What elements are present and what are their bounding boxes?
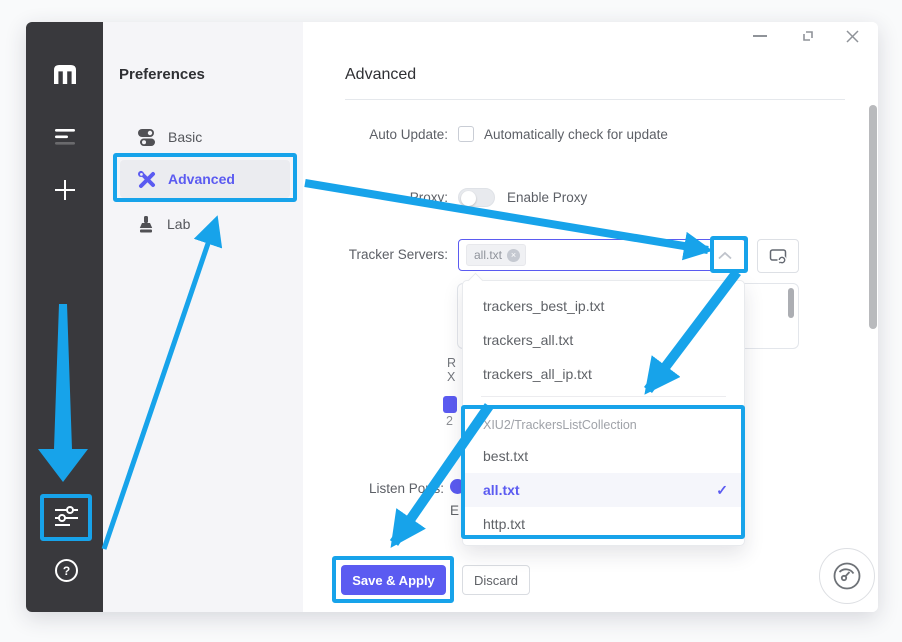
tracker-servers-label: Tracker Servers: [300, 247, 448, 262]
hidden-purple-control-fragment [443, 396, 457, 413]
tracker-tag-label: all.txt [474, 248, 502, 262]
auto-update-option-label: Automatically check for update [484, 127, 668, 142]
annotation-box-advanced [113, 153, 297, 202]
tracker-servers-select[interactable]: all.txt × [458, 239, 746, 271]
help-icon[interactable]: ? [54, 558, 79, 588]
sidebar-item-basic[interactable]: Basic [120, 118, 290, 156]
hint-text-fragment: E [450, 503, 459, 518]
textarea-scrollbar[interactable] [788, 288, 794, 318]
listen-ports-label: Listen Ports: [296, 481, 444, 496]
annotation-box-dropdown-group [461, 405, 745, 539]
nav-title: Preferences [119, 66, 205, 83]
hint-text-fragment: X [447, 370, 455, 384]
auto-update-label: Auto Update: [300, 127, 448, 142]
lab-icon [137, 215, 155, 234]
minimize-icon [753, 35, 767, 37]
annotation-box-save-button [332, 556, 454, 603]
close-icon [845, 29, 860, 44]
sync-trackers-button[interactable] [757, 239, 799, 273]
page-scrollbar[interactable] [869, 105, 877, 329]
toggles-icon [137, 128, 156, 147]
proxy-toggle[interactable] [458, 188, 495, 207]
dropdown-divider [481, 396, 726, 397]
close-button[interactable] [843, 27, 861, 45]
tag-remove-icon[interactable]: × [507, 249, 520, 262]
screenshot-root: ? Preferences Basic Advanced Lab Advance [0, 0, 902, 642]
minimize-button[interactable] [750, 28, 770, 44]
sync-icon [769, 248, 788, 265]
speedometer-icon [831, 560, 863, 592]
sidebar-item-label: Basic [168, 129, 202, 145]
title-divider [345, 99, 845, 100]
annotation-box-chevron [710, 236, 748, 273]
proxy-option-label: Enable Proxy [507, 190, 587, 205]
preferences-nav-panel [103, 22, 303, 612]
dropdown-option[interactable]: trackers_best_ip.txt [463, 289, 744, 323]
restore-button[interactable] [799, 28, 817, 44]
dropdown-option[interactable]: trackers_all_ip.txt [463, 357, 744, 391]
motrix-logo [52, 62, 78, 91]
hint-text-fragment: 2 [446, 414, 453, 428]
speed-limit-button[interactable] [819, 548, 875, 604]
tracker-tag: all.txt × [466, 244, 526, 266]
discard-button[interactable]: Discard [462, 565, 530, 595]
restore-icon [801, 29, 815, 43]
hint-text-fragment: R [447, 356, 456, 370]
sidebar-item-label: Lab [167, 216, 190, 232]
auto-update-checkbox[interactable] [458, 126, 474, 142]
sidebar-item-lab[interactable]: Lab [120, 205, 290, 243]
svg-text:?: ? [63, 564, 70, 578]
annotation-box-settings-icon [40, 494, 92, 541]
task-list-icon[interactable] [53, 126, 77, 151]
proxy-label: Proxy: [300, 190, 448, 205]
toggle-knob [461, 191, 476, 206]
add-task-icon[interactable] [53, 178, 77, 207]
page-title: Advanced [345, 66, 416, 84]
dropdown-option[interactable]: trackers_all.txt [463, 323, 744, 357]
